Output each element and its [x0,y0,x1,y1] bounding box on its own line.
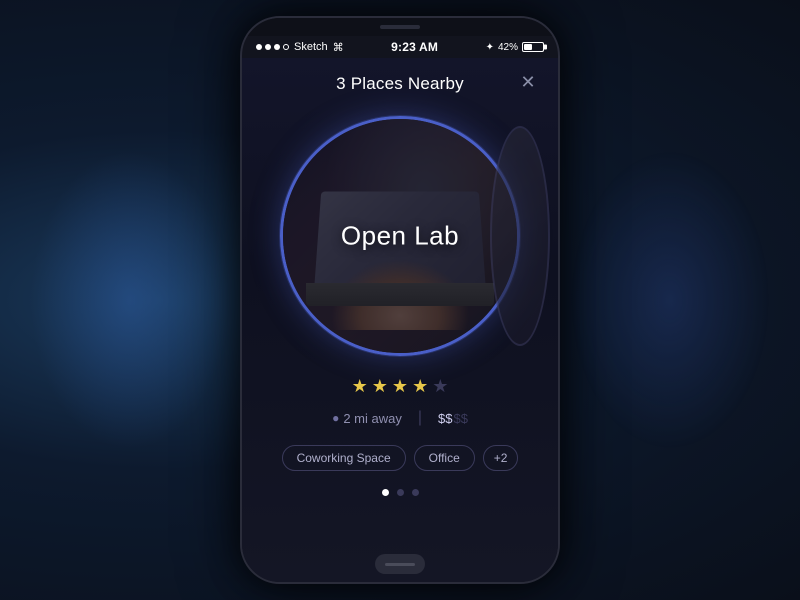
signal-3 [274,44,280,50]
battery-label: 42% [498,42,518,53]
dot-3 [412,489,419,496]
bluetooth-icon: ✦ [486,42,494,53]
status-right: ✦ 42% [486,42,544,53]
phone-frame: Sketch ⌘ 9:23 AM ✦ 42% 3 Places Nearby ✕ [240,16,560,584]
price-inactive: $$ [453,411,467,426]
star-1: ★ [352,376,368,397]
divider: | [418,409,422,427]
pagination-dots [382,489,419,496]
pin-icon: ● [332,411,339,425]
close-button[interactable]: ✕ [514,68,542,96]
status-left: Sketch ⌘ [256,41,344,54]
price-info: $$ $$ [438,411,468,426]
signal-4 [283,44,289,50]
peek-card [490,126,550,346]
distance-label: 2 mi away [343,411,402,426]
tag-office[interactable]: Office [414,445,475,471]
carrier-label: Sketch [294,41,328,53]
star-3: ★ [392,376,408,397]
handle-bar [385,563,415,566]
screen: 3 Places Nearby ✕ Open Lab ★ [242,58,558,582]
star-5: ★ [432,376,448,397]
header: 3 Places Nearby ✕ [242,58,558,106]
status-bar: Sketch ⌘ 9:23 AM ✦ 42% [242,36,558,58]
tag-coworking[interactable]: Coworking Space [282,445,406,471]
signal-1 [256,44,262,50]
time-display: 9:23 AM [391,40,438,54]
star-2: ★ [372,376,388,397]
page-title: 3 Places Nearby [336,74,464,94]
bottom-handle[interactable] [375,554,425,574]
dot-1 [382,489,389,496]
dot-2 [397,489,404,496]
battery-fill [524,44,532,50]
tag-more[interactable]: +2 [483,445,519,471]
signal-2 [265,44,271,50]
star-4: ★ [412,376,428,397]
wifi-icon: ⌘ [333,41,344,54]
place-name: Open Lab [341,221,459,252]
price-active: $$ [438,411,452,426]
phone-top [242,18,558,36]
location-info: ● 2 mi away [332,411,402,426]
card-container: Open Lab ★ ★ ★ ★ ★ ● 2 mi away [242,106,558,496]
speaker [380,25,420,29]
tags-row: Coworking Space Office +2 [282,445,519,471]
info-row: ● 2 mi away | $$ $$ [332,409,468,427]
battery-icon [522,42,544,52]
rating-section: ★ ★ ★ ★ ★ ● 2 mi away | $$ $$ [282,376,519,471]
stars-row: ★ ★ ★ ★ ★ [352,376,449,397]
place-image-wrapper[interactable]: Open Lab [280,116,520,356]
place-image: Open Lab [280,116,520,356]
